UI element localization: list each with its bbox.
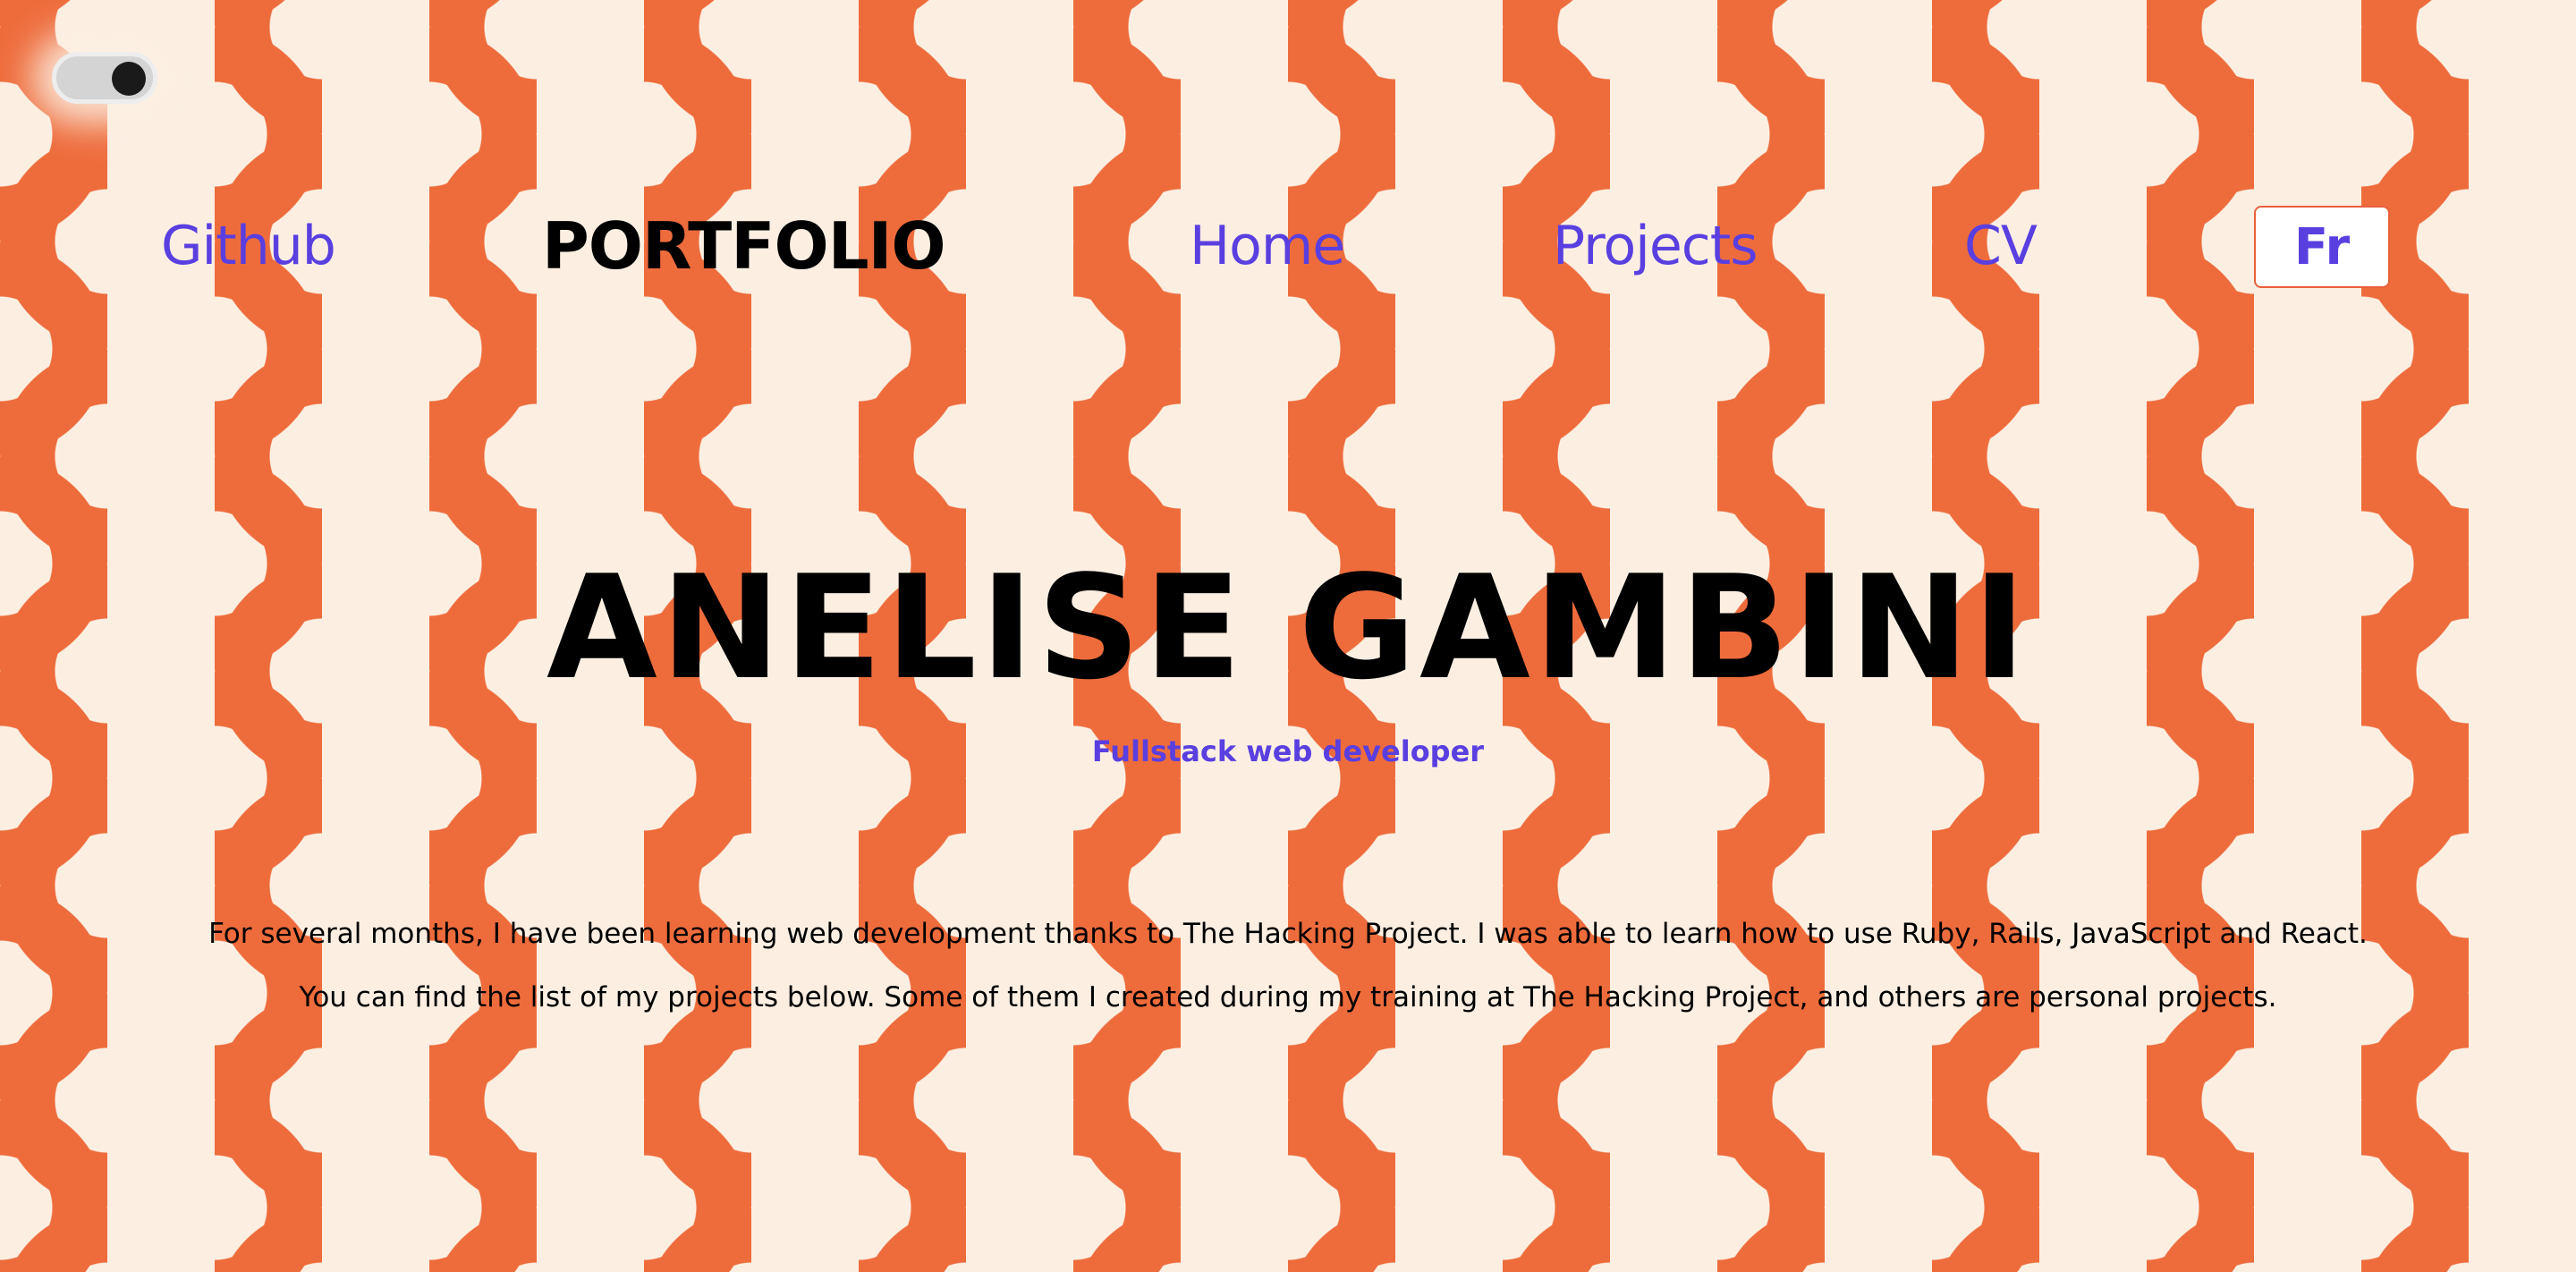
nav-projects-link[interactable]: Projects (1553, 215, 1758, 277)
theme-toggle-switch[interactable] (52, 52, 157, 104)
hero-name: ANELISE GAMBINI (546, 544, 2030, 711)
nav-home-link[interactable]: Home (1190, 215, 1345, 277)
intro-text-line-2: You can find the list of my projects bel… (299, 981, 2277, 1013)
toggle-knob (112, 62, 146, 96)
nav-github-link[interactable]: Github (161, 215, 336, 277)
hero-subtitle: Fullstack web developer (1091, 734, 1485, 768)
language-switch-button[interactable]: Fr (2254, 206, 2390, 288)
brand-title: PORTFOLIO (542, 208, 946, 284)
nav-cv-link[interactable]: CV (1964, 215, 2038, 277)
intro-text-line-1: For several months, I have been learning… (208, 918, 2368, 950)
page: Github PORTFOLIO Home Projects CV Fr ANE… (0, 0, 2576, 1272)
